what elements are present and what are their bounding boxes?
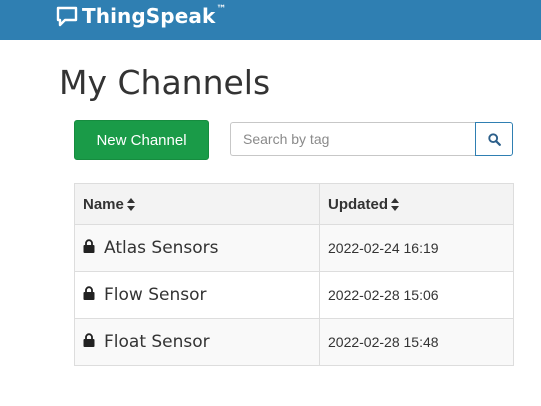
updated-timestamp: 2022-02-24 16:19 [328,240,439,256]
brand-name: ThingSpeak [82,4,216,28]
lock-icon [83,333,95,347]
updated-timestamp: 2022-02-28 15:06 [328,287,439,303]
trademark-symbol: ™ [216,4,227,15]
table-row: Float Sensor 2022-02-28 15:48 [74,318,514,366]
search-icon [487,132,501,146]
updated-cell: 2022-02-24 16:19 [319,224,514,272]
channel-link[interactable]: Flow Sensor [104,285,206,305]
column-header-label: Updated [328,195,388,213]
column-header-name[interactable]: Name [74,183,320,225]
channels-table: Name Updated Atlas Sensors 2022-02-24 16… [74,183,514,366]
search-button[interactable] [475,122,513,156]
table-row: Flow Sensor 2022-02-28 15:06 [74,271,514,319]
sort-icon [391,198,399,212]
lock-icon [83,239,95,253]
updated-cell: 2022-02-28 15:48 [319,318,514,366]
page-title: My Channels [59,63,271,102]
table-header-row: Name Updated [74,183,514,225]
new-channel-button[interactable]: New Channel [74,120,209,160]
updated-timestamp: 2022-02-28 15:48 [328,334,439,350]
column-header-label: Name [83,195,124,213]
search-by-tag-input[interactable] [230,122,476,156]
lock-icon [83,286,95,300]
sort-icon [126,198,135,212]
channel-link[interactable]: Atlas Sensors [104,238,219,258]
channel-link[interactable]: Float Sensor [104,332,210,352]
table-row: Atlas Sensors 2022-02-24 16:19 [74,224,514,272]
speech-bubble-icon [56,6,78,27]
column-header-updated[interactable]: Updated [319,183,514,225]
channel-name-cell: Float Sensor [74,318,320,366]
channel-name-cell: Atlas Sensors [74,224,320,272]
top-navbar: ThingSpeak ™ [0,0,541,40]
updated-cell: 2022-02-28 15:06 [319,271,514,319]
brand-logo[interactable]: ThingSpeak ™ [56,3,226,29]
channel-name-cell: Flow Sensor [74,271,320,319]
